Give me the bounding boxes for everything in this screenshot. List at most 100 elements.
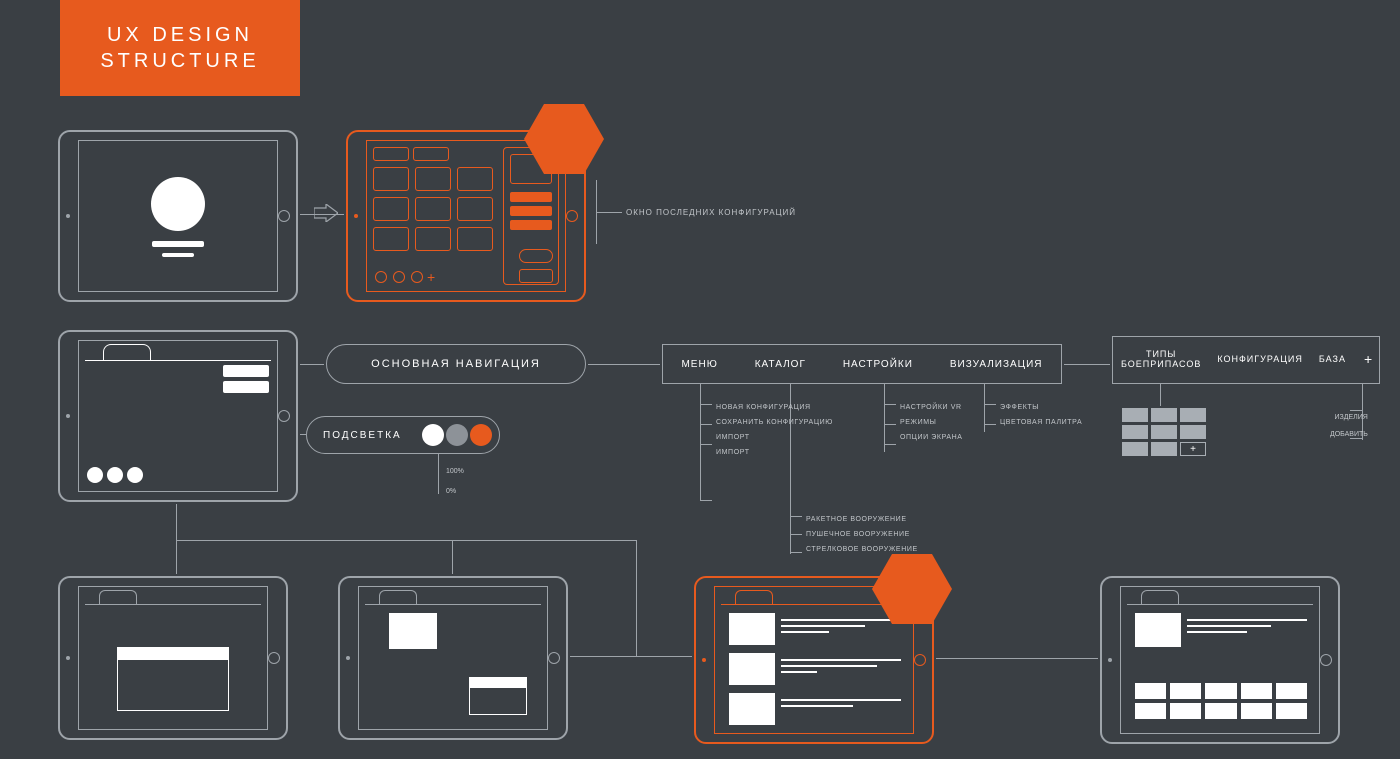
connector (790, 534, 802, 535)
connector (700, 424, 712, 425)
connector (790, 516, 802, 517)
connector (176, 540, 636, 541)
hero-thumb (1135, 613, 1181, 647)
arrow-right-icon (314, 204, 338, 222)
swatch-orange[interactable] (470, 424, 492, 446)
tab-row (85, 345, 271, 361)
square (519, 269, 553, 283)
nav2-types[interactable]: ТИПЫ БОЕПРИПАСОВ (1113, 350, 1209, 370)
color-swatches (422, 424, 492, 446)
tick-100: 100% (446, 468, 464, 475)
menu-item[interactable]: НОВАЯ КОНФИГУРАЦИЯ (716, 404, 833, 411)
title-block: UX DESIGN STRUCTURE (60, 0, 300, 96)
nav-settings[interactable]: НАСТРОЙКИ (837, 359, 919, 370)
dots (87, 467, 143, 483)
mini-grid: + (1122, 408, 1206, 456)
list-thumb (729, 613, 775, 645)
screen (78, 586, 268, 730)
block (469, 677, 527, 715)
logo-bar (152, 241, 204, 247)
plus-icon: + (427, 269, 435, 285)
logo-circle (151, 177, 205, 231)
nav-visual[interactable]: ВИЗУАЛИЗАЦИЯ (944, 359, 1049, 370)
connector (300, 364, 324, 365)
connector (884, 404, 896, 405)
title-text: UX DESIGN STRUCTURE (100, 22, 259, 74)
connector (984, 424, 996, 425)
logo-bar-small (162, 253, 194, 257)
menu-item[interactable]: ИМПОРТ (716, 434, 833, 441)
tablet-catalog (1100, 576, 1340, 744)
screen (1120, 586, 1320, 734)
swatch-white[interactable] (422, 424, 444, 446)
thumbnail-grid (373, 167, 493, 251)
tablet-detail (338, 576, 568, 740)
connector (884, 424, 896, 425)
tablet-main-nav (58, 330, 298, 502)
visual-sublist: ЭФФЕКТЫ ЦВЕТОВАЯ ПАЛИТРА (1000, 396, 1082, 434)
nav-menu[interactable]: МЕНЮ (675, 359, 723, 370)
dialog-panel (117, 647, 229, 711)
settings-item[interactable]: РЕЖИМЫ (900, 419, 963, 426)
lighting-pill: ПОДСВЕТКА (306, 416, 500, 454)
swatch-grey[interactable] (446, 424, 468, 446)
thumb-row (1135, 683, 1307, 719)
menu-item[interactable]: ИМПОРТ (716, 449, 833, 456)
connector (984, 404, 996, 405)
catalog-item[interactable]: ПУШЕЧНОЕ ВООРУЖЕНИЕ (806, 531, 918, 538)
tabs (373, 147, 449, 161)
screen (78, 340, 278, 492)
block (223, 381, 269, 393)
connector (936, 658, 1098, 659)
navbar-main: МЕНЮ КАТАЛОГ НАСТРОЙКИ ВИЗУАЛИЗАЦИЯ (662, 344, 1062, 384)
menu-item[interactable]: СОХРАНИТЬ КОНФИГУРАЦИЮ (716, 419, 833, 426)
nav2-config[interactable]: КОНФИГУРАЦИЯ (1209, 355, 1311, 365)
catalog-item[interactable]: РАКЕТНОЕ ВООРУЖЕНИЕ (806, 516, 918, 523)
list-thumb (729, 653, 775, 685)
connector (1064, 364, 1110, 365)
block (223, 365, 269, 377)
tick-0: 0% (446, 488, 456, 495)
screen (358, 586, 548, 730)
visual-item[interactable]: ЭФФЕКТЫ (1000, 404, 1082, 411)
tablet-modal (58, 576, 288, 740)
settings-item[interactable]: ОПЦИИ ЭКРАНА (900, 434, 963, 441)
connector (790, 552, 802, 553)
connector (588, 364, 660, 365)
connector (636, 540, 637, 656)
main-nav-pill: ОСНОВНАЯ НАВИГАЦИЯ (326, 344, 586, 384)
connector (1160, 384, 1161, 406)
connector (452, 540, 453, 574)
connector (700, 500, 712, 501)
connector (700, 444, 712, 445)
nav-catalog[interactable]: КАТАЛОГ (749, 359, 812, 370)
connector (884, 444, 896, 445)
connector (884, 384, 885, 452)
main-nav-label: ОСНОВНАЯ НАВИГАЦИЯ (371, 358, 541, 370)
menu-sublist: НОВАЯ КОНФИГУРАЦИЯ СОХРАНИТЬ КОНФИГУРАЦИ… (716, 396, 833, 464)
nav2-base[interactable]: БАЗА (1311, 355, 1354, 365)
nav2-plus[interactable]: + (1354, 352, 1383, 367)
label-last-configs: ОКНО ПОСЛЕДНИХ КОНФИГУРАЦИЙ (626, 208, 796, 217)
screen: + (366, 140, 566, 292)
dots (375, 271, 423, 283)
visual-item[interactable]: ЦВЕТОВАЯ ПАЛИТРА (1000, 419, 1082, 426)
pill (519, 249, 553, 263)
connector (570, 656, 692, 657)
connector (700, 384, 701, 500)
right-item[interactable]: ДОБАВИТЬ (1330, 431, 1368, 438)
right-sublist: ИЗДЕЛИЯ ДОБАВИТЬ (1330, 404, 1368, 448)
settings-item[interactable]: НАСТРОЙКИ VR (900, 404, 963, 411)
list-thumb (729, 693, 775, 725)
catalog-sublist: РАКЕТНОЕ ВООРУЖЕНИЕ ПУШЕЧНОЕ ВООРУЖЕНИЕ … (806, 508, 918, 561)
catalog-item[interactable]: СТРЕЛКОВОЕ ВООРУЖЕНИЕ (806, 546, 918, 553)
connector (438, 454, 439, 494)
lighting-label: ПОДСВЕТКА (323, 430, 402, 441)
right-item[interactable]: ИЗДЕЛИЯ (1330, 414, 1368, 421)
connector (176, 504, 177, 574)
connector (700, 404, 712, 405)
settings-sublist: НАСТРОЙКИ VR РЕЖИМЫ ОПЦИИ ЭКРАНА (900, 396, 963, 449)
minigrid-plus[interactable]: + (1180, 442, 1206, 456)
screen (78, 140, 278, 292)
block (389, 613, 437, 649)
